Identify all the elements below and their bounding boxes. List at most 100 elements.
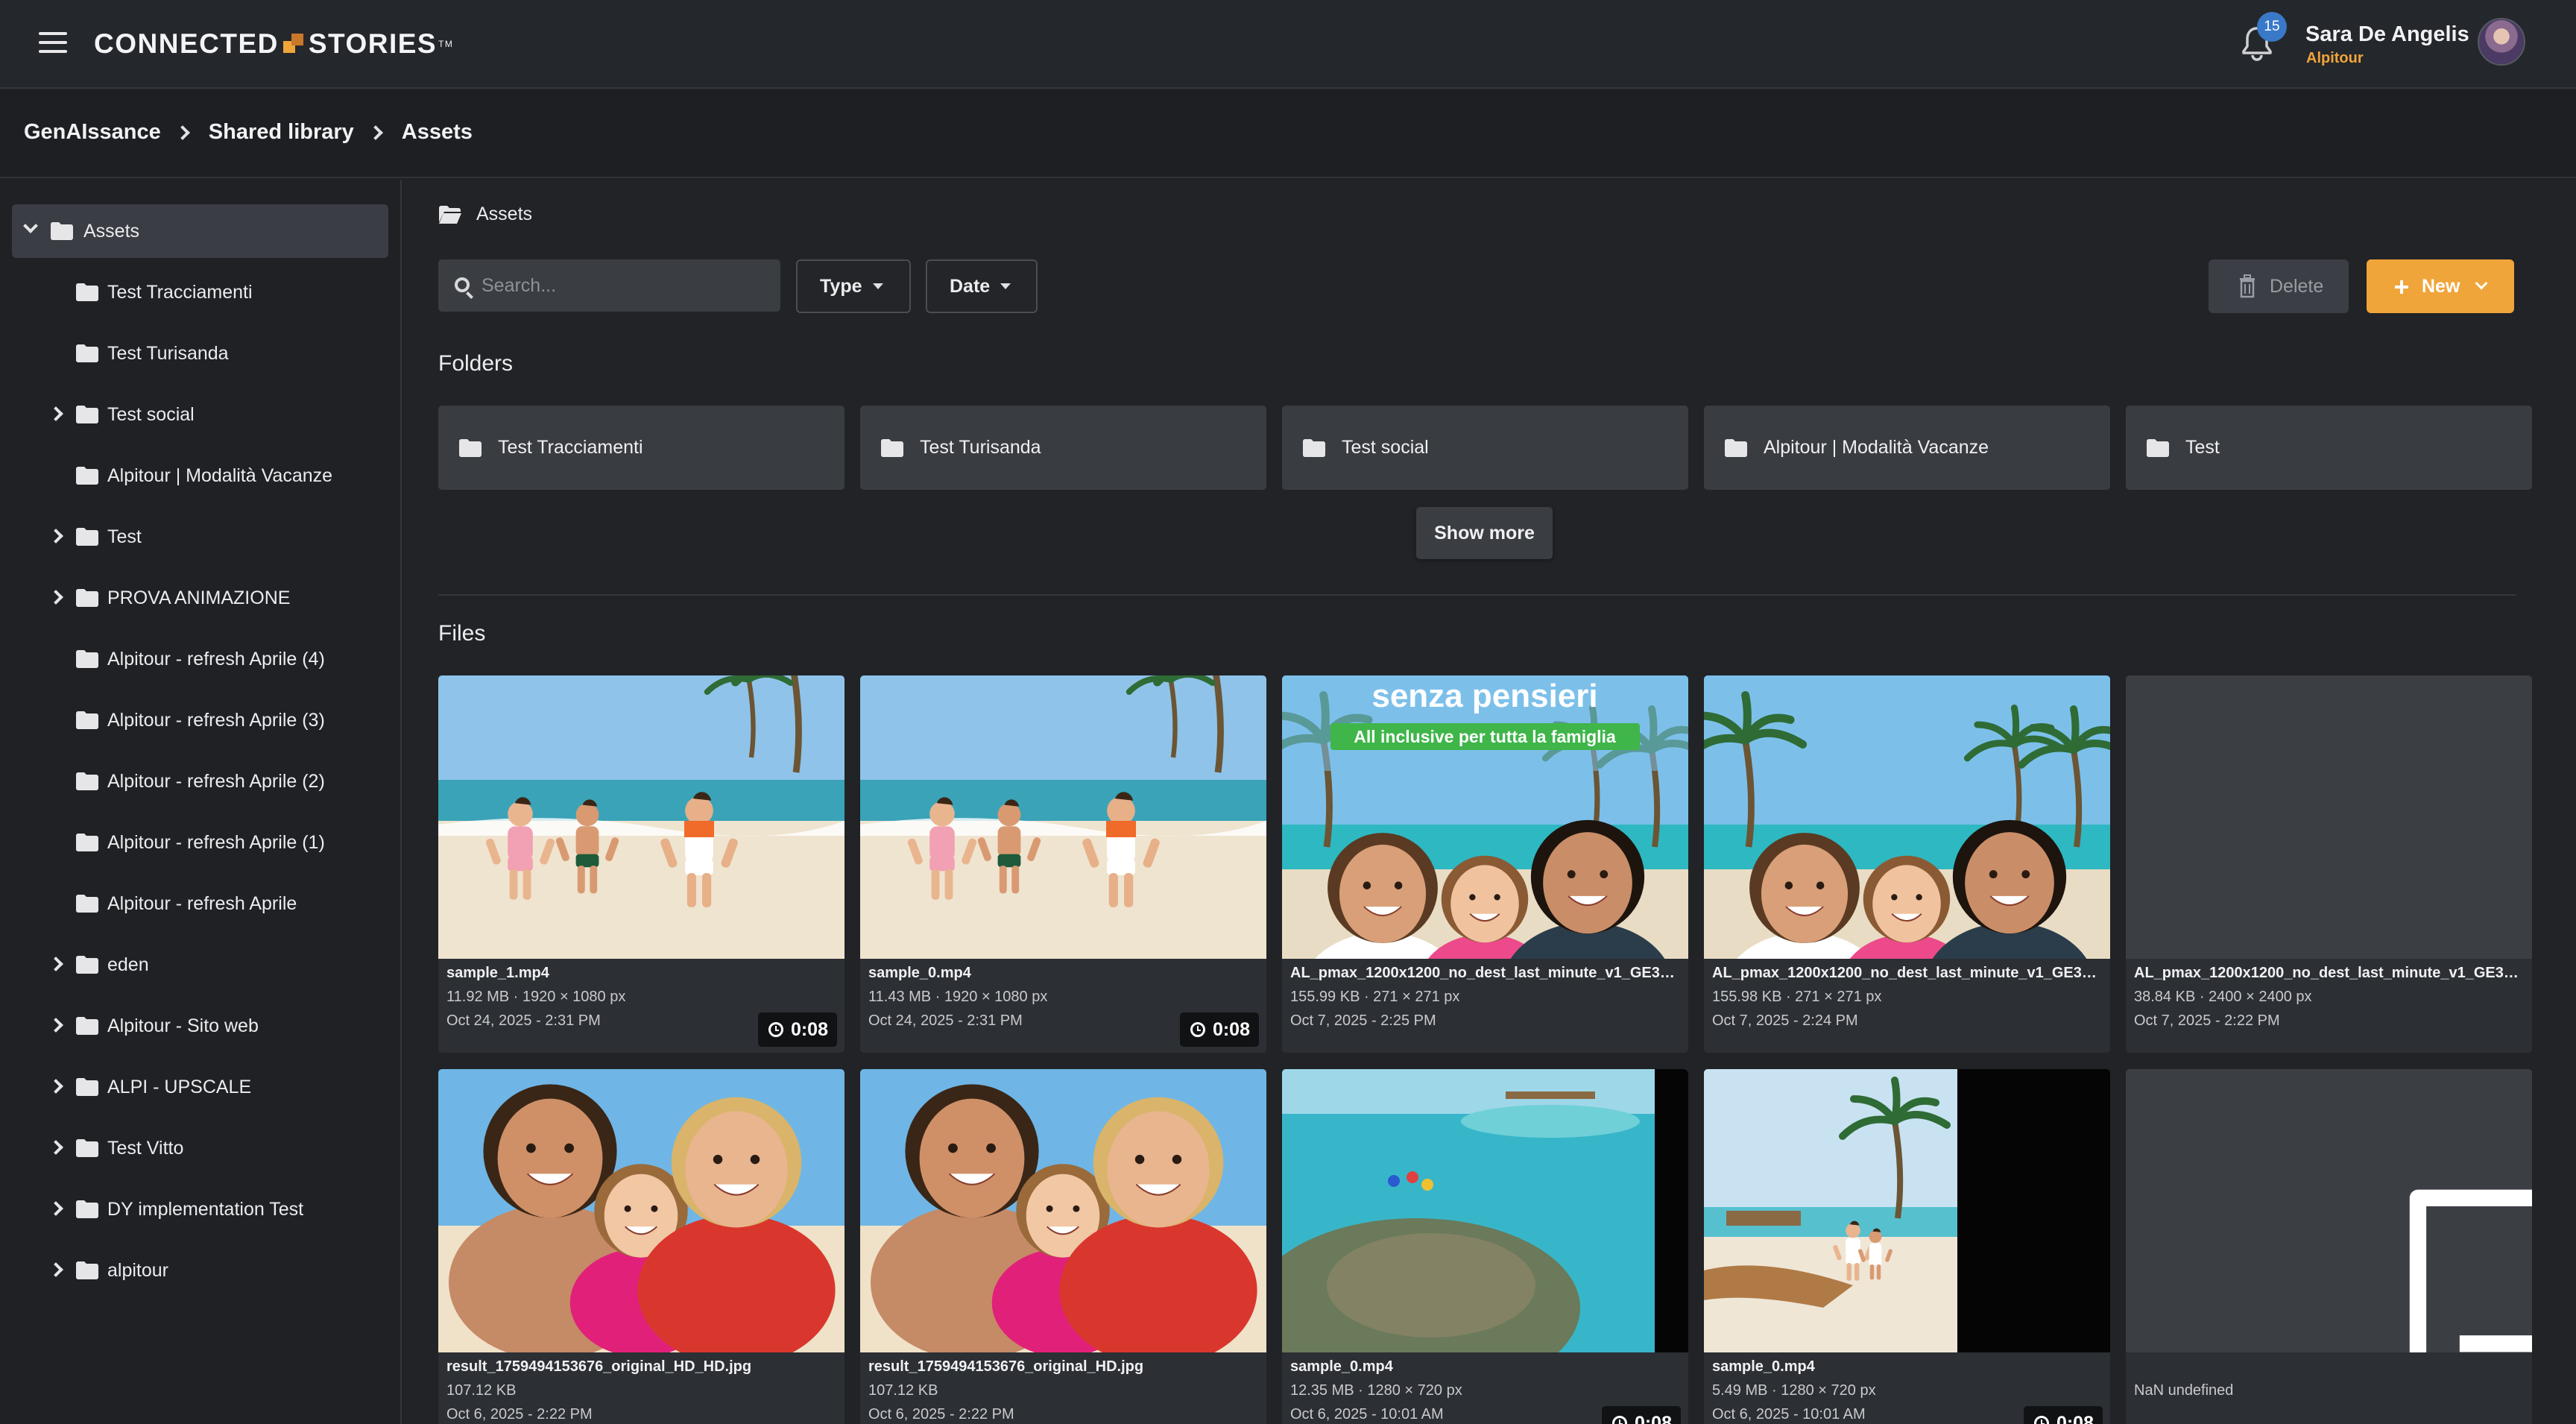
chevron-right-icon[interactable] [48, 1201, 63, 1216]
tree-item-label: PROVA ANIMAZIONE [107, 587, 291, 608]
file-thumbnail [438, 1069, 845, 1352]
tree-item[interactable]: Alpitour - refresh Aprile (3) [12, 693, 388, 747]
file-card[interactable]: AL_pmax_1200x1200_no_dest_last_minute_v1… [2126, 675, 2532, 1053]
file-meta: 11.43 MB · 1920 × 1080 px [868, 989, 1048, 1005]
file-name: sample_0.mp4 [868, 965, 971, 981]
tree-item-label: ALPI - UPSCALE [107, 1076, 252, 1097]
video-duration-badge: 0:08 [1179, 1012, 1259, 1047]
tree-item-assets-root[interactable]: Assets [12, 204, 388, 258]
search-box[interactable] [438, 259, 780, 312]
folder-icon [76, 834, 98, 851]
folder-card[interactable]: Test Tracciamenti [438, 406, 845, 490]
folder-icon [76, 1078, 98, 1096]
file-card[interactable]: 0:08 sample_0.mp4 11.43 MB · 1920 × 1080 p… [860, 675, 1266, 1053]
chevron-right-icon[interactable] [48, 529, 63, 544]
logo-mark-icon [282, 34, 304, 54]
video-duration-badge: 0:08 [1601, 1406, 1681, 1424]
tree-item[interactable]: Test Vitto [12, 1121, 388, 1175]
notifications-count-badge[interactable]: 15 [2257, 12, 2287, 42]
tree-item-label: Alpitour - Sito web [107, 1015, 259, 1036]
tree-item[interactable]: Test [12, 510, 388, 564]
tree-item[interactable]: Alpitour - refresh Aprile (2) [12, 754, 388, 808]
tree-item[interactable]: Test social [12, 388, 388, 441]
breadcrumb-item-genaissance[interactable]: GenAIssance [24, 120, 161, 145]
chevron-right-icon[interactable] [48, 590, 63, 605]
tree-item[interactable]: Test Turisanda [12, 327, 388, 380]
file-date: Oct 7, 2025 - 2:22 PM [2134, 1012, 2280, 1029]
file-meta: 107.12 KB [868, 1382, 938, 1399]
type-filter-dropdown[interactable]: Type [796, 259, 911, 313]
video-duration: 0:08 [2056, 1412, 2094, 1424]
tree-item[interactable]: alpitour [12, 1244, 388, 1297]
tree-item-label: Alpitour - refresh Aprile (1) [107, 831, 325, 853]
date-filter-dropdown[interactable]: Date [926, 259, 1038, 313]
file-name: result_1759494153676_original_HD_HD.jpg [446, 1358, 752, 1375]
breadcrumb-item-shared-library[interactable]: Shared library [209, 120, 354, 145]
tree-item[interactable]: PROVA ANIMAZIONE [12, 571, 388, 625]
file-date: Oct 6, 2025 - 2:22 PM [446, 1406, 593, 1423]
folder-icon [76, 467, 98, 485]
plus-icon [2395, 280, 2408, 294]
logo[interactable]: CONNECTED STORIES TM [94, 25, 453, 63]
menu-icon[interactable] [39, 31, 67, 54]
chevron-right-icon[interactable] [48, 1018, 63, 1033]
file-date: Oct 6, 2025 - 10:01 AM [1290, 1406, 1444, 1423]
chevron-right-icon[interactable] [48, 1079, 63, 1094]
file-card[interactable]: AL_pmax_1200x1200_no_dest_last_minute_v1… [1704, 675, 2110, 1053]
file-meta: NaN undefined [2134, 1382, 2234, 1399]
user-name[interactable]: Sara De Angelis [2305, 22, 2469, 47]
tree-item[interactable]: Test Tracciamenti [12, 265, 388, 319]
file-card[interactable]: 0:08 sample_0.mp4 5.49 MB · 1280 × 720 px O… [1704, 1069, 2110, 1424]
folder-card-label: Test Tracciamenti [498, 437, 643, 458]
folder-icon [76, 406, 98, 423]
tree-item[interactable]: ALPI - UPSCALE [12, 1060, 388, 1114]
tree-item[interactable]: Alpitour - refresh Aprile (4) [12, 632, 388, 686]
tree-item[interactable]: Alpitour - refresh Aprile [12, 877, 388, 930]
caret-down-icon [1000, 283, 1011, 289]
clock-icon [768, 1022, 783, 1037]
tree-item-label: eden [107, 954, 149, 975]
avatar[interactable] [2478, 18, 2525, 66]
folder-card[interactable]: Test [2126, 406, 2532, 490]
folder-card[interactable]: Test Turisanda [860, 406, 1266, 490]
app-root: CONNECTED STORIES TM 15 Sara De Angelis … [0, 0, 2576, 1424]
section-divider [438, 594, 2516, 596]
chevron-right-icon[interactable] [48, 406, 63, 421]
file-name: sample_0.mp4 [1712, 1358, 1815, 1375]
new-button[interactable]: New [2367, 259, 2514, 313]
tree-item-label: alpitour [107, 1259, 168, 1281]
file-meta: 38.84 KB · 2400 × 2400 px [2134, 989, 2312, 1005]
folder-icon [76, 283, 98, 301]
search-input[interactable] [482, 259, 772, 312]
video-duration: 0:08 [1634, 1412, 1672, 1424]
tree-item-label: DY implementation Test [107, 1198, 304, 1220]
chevron-right-icon[interactable] [48, 1262, 63, 1277]
delete-button[interactable]: Delete [2209, 259, 2349, 313]
file-card[interactable]: 0:08 sample_1.mp4 11.92 MB · 1920 × 1080 p… [438, 675, 845, 1053]
folder-card[interactable]: Alpitour | Modalità Vacanze [1704, 406, 2110, 490]
file-card[interactable]: result_1759494153676_original_HD_HD.jpg 1… [438, 1069, 845, 1424]
tree-item[interactable]: Alpitour | Modalità Vacanze [12, 449, 388, 503]
file-card[interactable]: result_1759494153676_original_HD.jpg 107.… [860, 1069, 1266, 1424]
file-thumbnail [860, 675, 1266, 959]
video-duration-badge: 0:08 [757, 1012, 837, 1047]
tree-item[interactable]: DY implementation Test [12, 1182, 388, 1236]
folder-tree-sidebar: Assets Test Tracciamenti Test Turisanda Te… [0, 180, 402, 1424]
file-card[interactable]: 0:08 sample_0.mp4 12.35 MB · 1280 × 720 px… [1282, 1069, 1688, 1424]
file-meta: 155.99 KB · 271 × 271 px [1290, 989, 1460, 1005]
chevron-right-icon[interactable] [48, 957, 63, 971]
show-more-button[interactable]: Show more [1416, 507, 1553, 559]
tree-item[interactable]: Alpitour - Sito web [12, 999, 388, 1053]
folder-card-label: Test [2185, 437, 2220, 458]
chevron-down-icon[interactable] [23, 218, 38, 233]
caret-down-icon [872, 283, 883, 289]
file-card[interactable]: NaN undefined [2126, 1069, 2532, 1424]
tree-item[interactable]: Alpitour - refresh Aprile (1) [12, 816, 388, 869]
file-thumbnail: senza pensieri All inclusive per tutta l… [1282, 675, 1688, 959]
file-card[interactable]: senza pensieri All inclusive per tutta l… [1282, 675, 1688, 1053]
tree-item[interactable]: eden [12, 938, 388, 992]
folder-card[interactable]: Test social [1282, 406, 1688, 490]
file-meta: 12.35 MB · 1280 × 720 px [1290, 1382, 1462, 1399]
tree-item-label: Alpitour | Modalità Vacanze [107, 464, 333, 486]
chevron-right-icon[interactable] [48, 1140, 63, 1155]
